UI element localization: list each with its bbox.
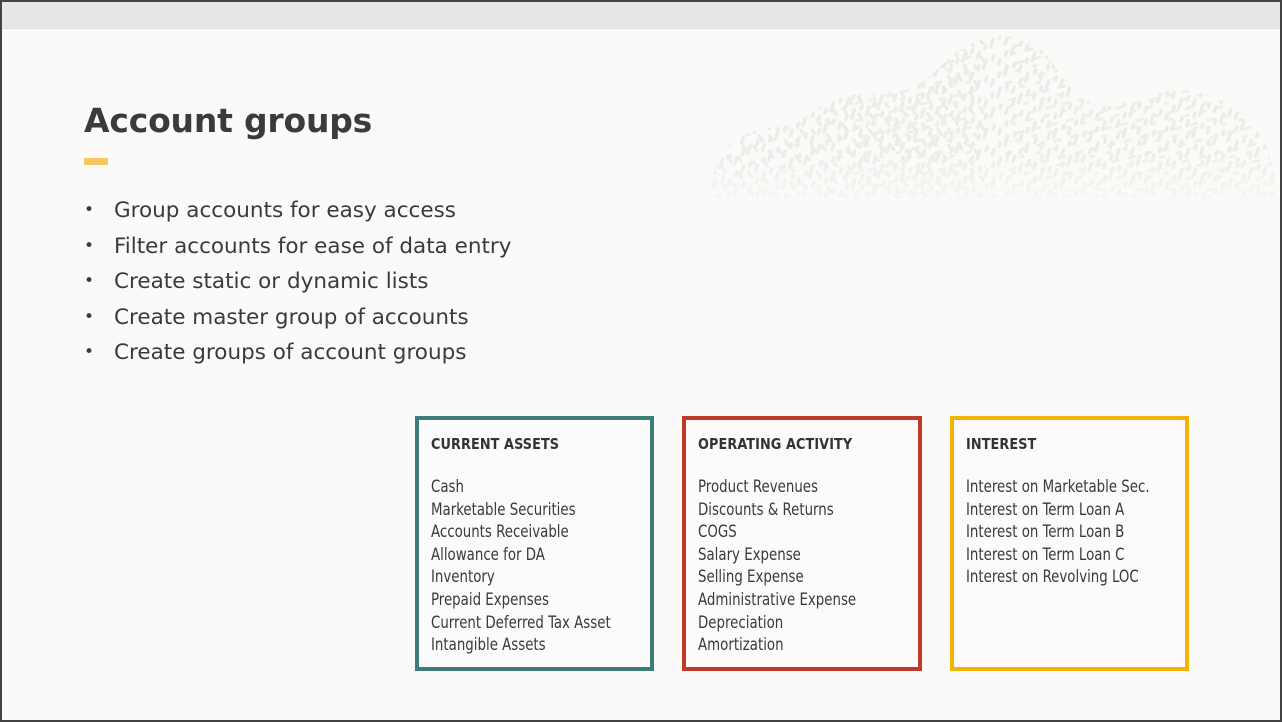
list-item-label: Create static or dynamic lists — [114, 269, 429, 294]
list-item: Marketable Securities — [431, 499, 576, 519]
bullet-marker-icon: • — [84, 235, 95, 256]
list-item-label: Create groups of account groups — [114, 340, 467, 365]
list-item: Allowance for DA — [431, 544, 545, 564]
list-item: Accounts Receivable — [431, 522, 569, 542]
list-item: • Group accounts for easy access — [84, 193, 644, 229]
list-item: • Filter accounts for ease of data entry — [84, 229, 644, 265]
list-item: • Create master group of accounts — [84, 300, 644, 336]
list-item: Interest on Term Loan B — [965, 522, 1124, 542]
account-group-box-current-assets: CURRENT ASSETS Cash Marketable Securitie… — [415, 416, 655, 671]
bullet-marker-icon: • — [84, 271, 95, 291]
account-group-box-operating-activity: OPERATING ACTIVITY Product Revenues Disc… — [682, 416, 922, 671]
account-group-title: CURRENT ASSETS — [431, 435, 560, 453]
list-item: COGS — [698, 522, 738, 542]
top-toolbar-strip — [2, 2, 1280, 29]
account-group-item-list: Product Revenues Discounts & Returns COG… — [698, 476, 905, 657]
bullet-marker-icon: • — [84, 200, 95, 220]
list-item: Amortization — [698, 635, 784, 655]
feature-bullet-list: • Group accounts for easy access • Filte… — [84, 193, 644, 371]
list-item-label: Create master group of accounts — [114, 304, 469, 330]
page-title: Account groups — [84, 101, 373, 140]
list-item: Intangible Assets — [431, 635, 546, 655]
list-item: • Create static or dynamic lists — [84, 264, 644, 300]
list-item: Prepaid Expenses — [431, 589, 549, 609]
account-group-item-list: Cash Marketable Securities Accounts Rece… — [431, 476, 638, 657]
account-group-boxes: CURRENT ASSETS Cash Marketable Securitie… — [415, 416, 1189, 671]
list-item: Interest on Term Loan C — [965, 544, 1125, 564]
list-item: Interest on Term Loan A — [965, 499, 1124, 519]
list-item: Current Deferred Tax Asset — [431, 612, 611, 632]
list-item-label: Filter accounts for ease of data entry — [114, 233, 512, 259]
list-item: • Create groups of account groups — [84, 335, 644, 371]
textured-cloud-graphic — [705, 30, 1280, 200]
bullet-marker-icon: • — [84, 342, 95, 362]
list-item: Discounts & Returns — [698, 499, 835, 519]
bullet-marker-icon: • — [84, 306, 95, 327]
title-accent-bar — [84, 158, 108, 165]
list-item: Inventory — [431, 567, 495, 587]
list-item: Interest on Revolving LOC — [965, 567, 1139, 587]
account-group-title: OPERATING ACTIVITY — [698, 435, 853, 453]
slide-canvas: Account groups • Group accounts for easy… — [0, 0, 1282, 722]
list-item-label: Group accounts for easy access — [114, 198, 456, 223]
list-item: Cash — [431, 477, 464, 496]
account-group-title: INTEREST — [965, 435, 1037, 453]
list-item: Administrative Expense — [698, 589, 857, 609]
list-item: Product Revenues — [698, 477, 819, 496]
list-item: Depreciation — [698, 612, 784, 632]
list-item: Selling Expense — [698, 567, 805, 587]
list-item: Salary Expense — [698, 544, 802, 564]
list-item: Interest on Marketable Sec. — [965, 477, 1150, 496]
account-group-box-interest: INTEREST Interest on Marketable Sec. Int… — [949, 416, 1189, 671]
title-block: Account groups — [84, 101, 372, 165]
account-group-item-list: Interest on Marketable Sec. Interest on … — [966, 476, 1173, 589]
